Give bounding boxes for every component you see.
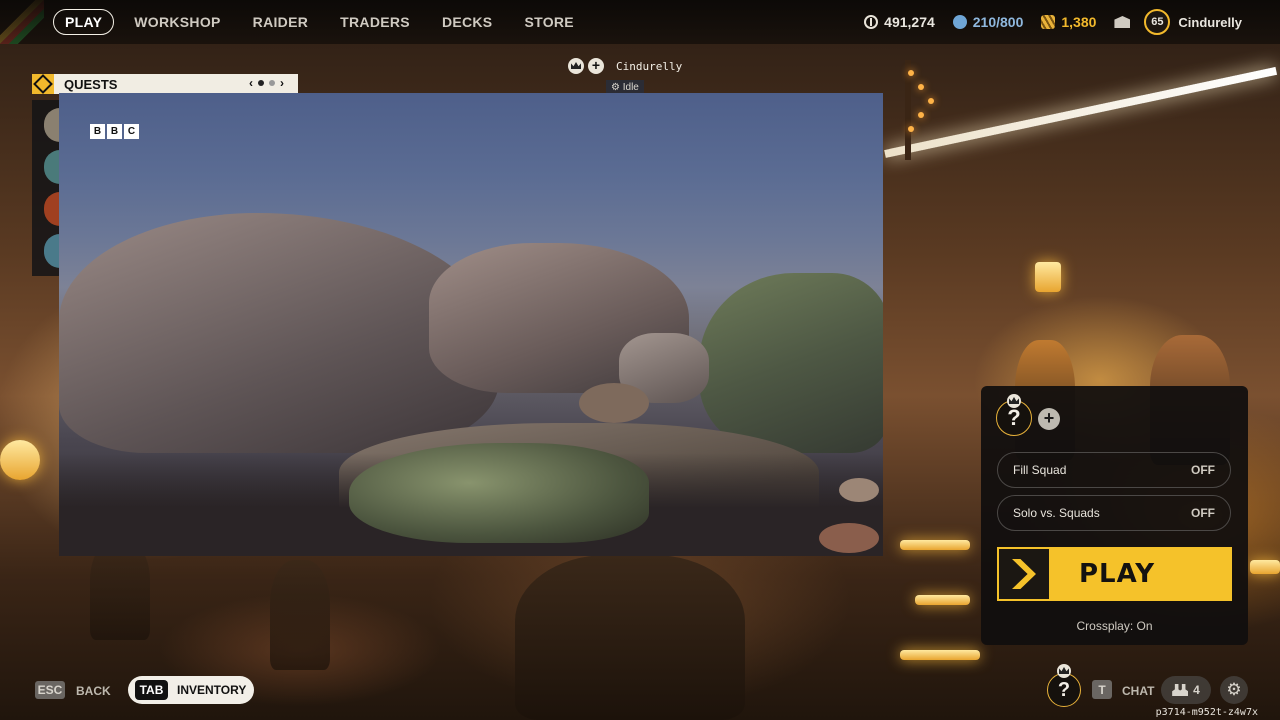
esc-key-hint[interactable]: ESC <box>35 681 65 699</box>
crossplay-status: Crossplay: On <box>1076 619 1153 633</box>
gold-token-icon <box>1041 15 1056 29</box>
play-panel: ? + Fill Squad OFF Solo vs. Squads OFF P… <box>981 386 1248 645</box>
page-dot <box>269 80 275 86</box>
gear-icon: ⚙ <box>1226 680 1242 699</box>
add-icon[interactable]: + <box>588 58 604 74</box>
crown-icon <box>1007 394 1021 408</box>
quest-thumb[interactable] <box>44 150 60 184</box>
play-button[interactable]: PLAY <box>997 547 1232 601</box>
friends-button[interactable]: 4 <box>1161 676 1211 704</box>
watermark-letter: C <box>124 124 139 139</box>
fill-squad-label: Fill Squad <box>1013 463 1067 477</box>
people-icon <box>1172 684 1188 696</box>
pebble-shape <box>579 383 649 423</box>
nav-workshop[interactable]: WORKSHOP <box>118 14 236 30</box>
nav-traders[interactable]: TRADERS <box>324 14 426 30</box>
quest-list <box>32 100 60 276</box>
lobby-player-name: Cindurelly <box>616 59 683 73</box>
quest-diamond-icon <box>32 74 54 94</box>
gold-currency-value: 1,380 <box>1061 14 1097 30</box>
squad-slot-bottom[interactable]: ? <box>1047 673 1081 707</box>
pebble-shape <box>839 478 879 502</box>
add-squad-member-button[interactable]: + <box>1038 408 1060 430</box>
coin-icon <box>864 15 879 29</box>
pebble-shape <box>819 523 879 553</box>
nav-store[interactable]: STORE <box>508 14 589 30</box>
lobby-player-header: + Cindurelly <box>568 58 682 74</box>
page-dot-active <box>258 80 264 86</box>
quest-thumb[interactable] <box>44 108 60 142</box>
quests-title: QUESTS <box>64 76 118 92</box>
watermark-letter: B <box>107 124 122 139</box>
build-id: p3714-m952t-z4w7x <box>1155 707 1258 718</box>
play-button-label: PLAY <box>1079 559 1156 589</box>
back-button[interactable]: BACK <box>76 684 111 698</box>
video-overlay[interactable]: B B C <box>59 93 883 556</box>
fill-squad-value: OFF <box>1191 463 1215 477</box>
solo-vs-squads-label: Solo vs. Squads <box>1013 506 1100 520</box>
top-nav-bar: PLAY WORKSHOP RAIDER TRADERS DECKS STORE… <box>0 0 1280 44</box>
nav-raider[interactable]: RAIDER <box>237 14 324 30</box>
nav-decks[interactable]: DECKS <box>426 14 509 30</box>
coins-stat: 491,274 <box>864 14 935 30</box>
watermark-letter: B <box>90 124 105 139</box>
mail-icon[interactable] <box>1114 16 1131 28</box>
inventory-button[interactable]: TAB INVENTORY <box>128 676 254 704</box>
currency-bar: 491,274 210/800 1,380 65 Cindurelly <box>864 0 1280 44</box>
chevron-right-icon <box>999 549 1049 599</box>
chat-button[interactable]: CHAT <box>1122 684 1154 698</box>
quest-thumb[interactable] <box>44 234 60 268</box>
blue-currency-stat: 210/800 <box>952 14 1024 30</box>
ceiling-light <box>884 66 1278 158</box>
solo-vs-squads-value: OFF <box>1191 506 1215 520</box>
profile-username[interactable]: Cindurelly <box>1178 15 1242 30</box>
blue-currency-value: 210/800 <box>972 14 1024 30</box>
crown-icon <box>568 58 584 74</box>
settings-button[interactable]: ⚙ <box>1220 676 1248 704</box>
idle-icon: ⚙ <box>611 82 623 93</box>
quests-pager: ‹ › <box>249 76 284 90</box>
chevron-left-icon[interactable]: ‹ <box>249 76 253 90</box>
friends-count: 4 <box>1193 683 1200 697</box>
fill-squad-toggle[interactable]: Fill Squad OFF <box>997 452 1231 488</box>
gold-currency-stat: 1,380 <box>1041 14 1096 30</box>
bbc-watermark: B B C <box>90 124 139 139</box>
solo-vs-squads-toggle[interactable]: Solo vs. Squads OFF <box>997 495 1231 531</box>
blue-token-icon <box>952 15 967 29</box>
mossy-rock-shape <box>699 273 883 453</box>
quests-header[interactable]: QUESTS ‹ › <box>32 74 298 94</box>
inventory-label: INVENTORY <box>177 683 247 697</box>
t-key-hint[interactable]: T <box>1092 680 1112 699</box>
level-badge: 65 <box>1144 9 1171 35</box>
quest-thumb[interactable] <box>44 192 60 226</box>
crown-icon <box>1057 664 1071 678</box>
chevron-right-icon[interactable]: › <box>280 76 284 90</box>
coins-value: 491,274 <box>884 14 935 30</box>
nav-play[interactable]: PLAY <box>53 9 115 35</box>
crayfish-shape <box>349 443 649 543</box>
player-status: Idle <box>622 82 639 93</box>
main-nav: PLAY WORKSHOP RAIDER TRADERS DECKS STORE <box>53 9 590 35</box>
tab-key-hint: TAB <box>135 680 168 700</box>
